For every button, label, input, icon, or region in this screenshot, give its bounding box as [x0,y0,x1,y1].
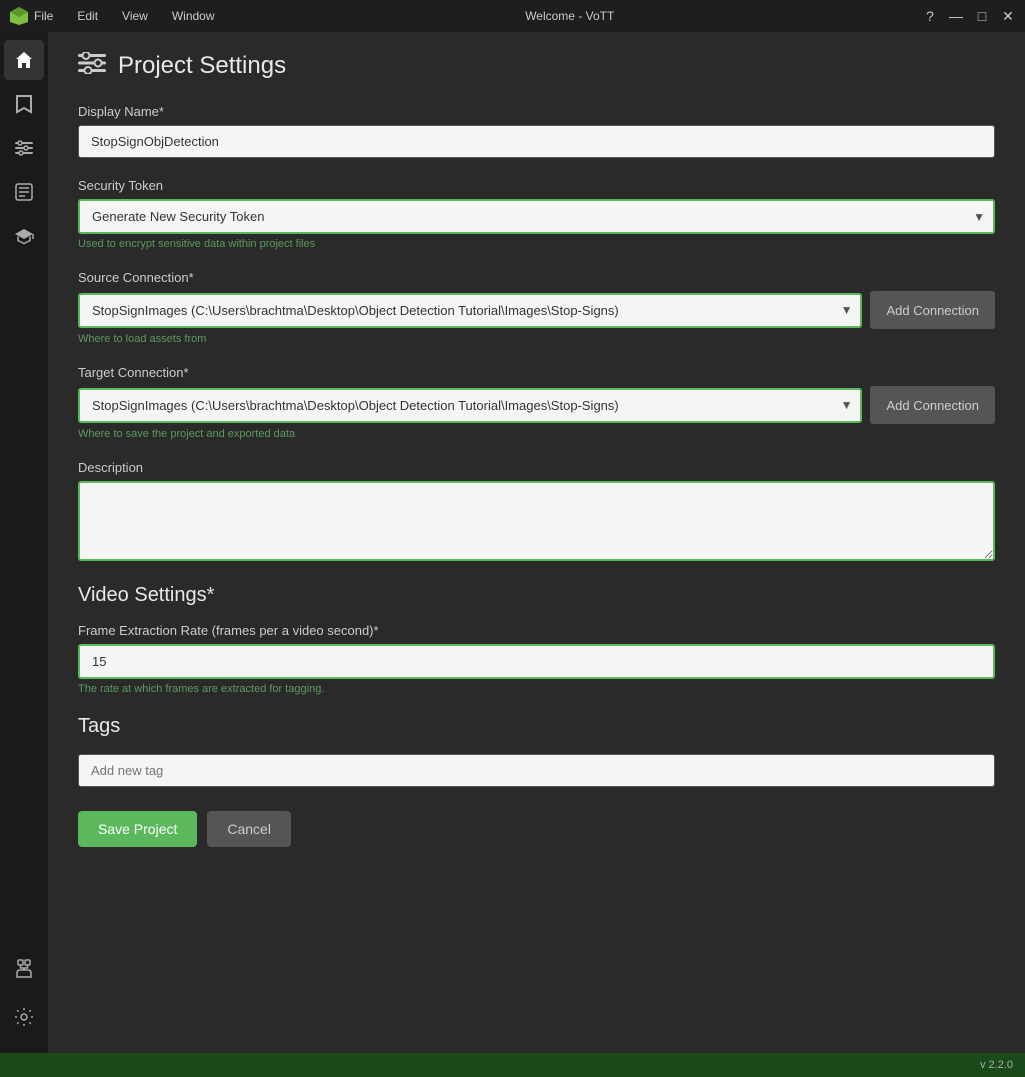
source-connection-label: Source Connection* [78,270,995,285]
description-label: Description [78,460,995,475]
source-connection-hint: Where to load assets from [78,333,995,345]
display-name-input[interactable] [78,125,995,158]
maximize-button[interactable]: □ [973,8,991,25]
source-connection-select[interactable]: StopSignImages (C:\Users\brachtma\Deskto… [78,293,862,328]
description-group: Description [78,460,995,564]
source-connection-group: Source Connection* StopSignImages (C:\Us… [78,270,995,345]
action-buttons: Save Project Cancel [78,811,995,847]
target-connection-select[interactable]: StopSignImages (C:\Users\brachtma\Deskto… [78,388,862,423]
security-token-select[interactable]: Generate New Security Token [78,199,995,234]
sidebar-item-connections[interactable] [4,128,44,168]
bookmark-icon [15,94,33,114]
source-connection-row: StopSignImages (C:\Users\brachtma\Deskto… [78,291,995,329]
plugin-icon [15,959,33,979]
menu-view[interactable]: View [118,7,152,25]
sidebar-item-edit[interactable] [4,172,44,212]
title-bar: File Edit View Window Welcome - VoTT ? —… [0,0,1025,32]
target-connection-select-wrapper: StopSignImages (C:\Users\brachtma\Deskto… [78,388,862,423]
menu-window[interactable]: Window [168,7,219,25]
edit-icon [15,183,33,201]
main-content: Project Settings Display Name* Security … [48,32,1025,1053]
save-project-button[interactable]: Save Project [78,811,197,847]
sidebar-bottom [4,949,44,1053]
video-settings-title: Video Settings* [78,584,995,607]
description-input[interactable] [78,481,995,561]
status-bar: v 2.2.0 [0,1053,1025,1077]
sidebar [0,32,48,1053]
sidebar-item-home[interactable] [4,40,44,80]
source-add-connection-button[interactable]: Add Connection [870,291,995,329]
frame-rate-input[interactable] [78,644,995,679]
frame-rate-label: Frame Extraction Rate (frames per a vide… [78,623,995,638]
sidebar-item-bookmark[interactable] [4,84,44,124]
tags-title: Tags [78,715,995,738]
menu-edit[interactable]: Edit [73,7,102,25]
target-connection-label: Target Connection* [78,365,995,380]
connections-icon [14,140,34,156]
gear-icon [14,1007,34,1027]
close-button[interactable]: ✕ [999,8,1017,25]
security-token-group: Security Token Generate New Security Tok… [78,178,995,250]
frame-rate-hint: The rate at which frames are extracted f… [78,683,995,695]
target-connection-hint: Where to save the project and exported d… [78,428,995,440]
tags-input[interactable] [78,754,995,787]
minimize-button[interactable]: — [947,8,965,25]
help-button[interactable]: ? [921,8,939,25]
window-title: Welcome - VoTT [219,9,921,23]
app-body: Project Settings Display Name* Security … [0,32,1025,1053]
security-token-hint: Used to encrypt sensitive data within pr… [78,238,995,250]
security-token-label: Security Token [78,178,995,193]
app-logo [8,5,30,27]
target-connection-row: StopSignImages (C:\Users\brachtma\Deskto… [78,386,995,424]
frame-rate-group: Frame Extraction Rate (frames per a vide… [78,623,995,695]
display-name-group: Display Name* [78,104,995,158]
home-icon [14,50,34,70]
tags-group: Tags [78,715,995,787]
source-connection-select-wrapper: StopSignImages (C:\Users\brachtma\Deskto… [78,293,862,328]
target-add-connection-button[interactable]: Add Connection [870,386,995,424]
settings-lines-icon [78,52,106,74]
version-label: v 2.2.0 [980,1059,1013,1071]
page-title: Project Settings [118,52,286,80]
menu-bar[interactable]: File Edit View Window [30,7,219,25]
cancel-button[interactable]: Cancel [207,811,291,847]
graduation-icon [14,226,34,246]
page-header: Project Settings [78,52,995,80]
menu-file[interactable]: File [30,7,57,25]
display-name-label: Display Name* [78,104,995,119]
sidebar-item-model[interactable] [4,216,44,256]
sidebar-item-settings[interactable] [4,997,44,1037]
page-header-icon [78,52,106,80]
window-controls[interactable]: ? — □ ✕ [921,8,1017,25]
target-connection-group: Target Connection* StopSignImages (C:\Us… [78,365,995,440]
sidebar-item-plugin[interactable] [4,949,44,989]
security-token-select-wrapper: Generate New Security Token ▼ [78,199,995,234]
